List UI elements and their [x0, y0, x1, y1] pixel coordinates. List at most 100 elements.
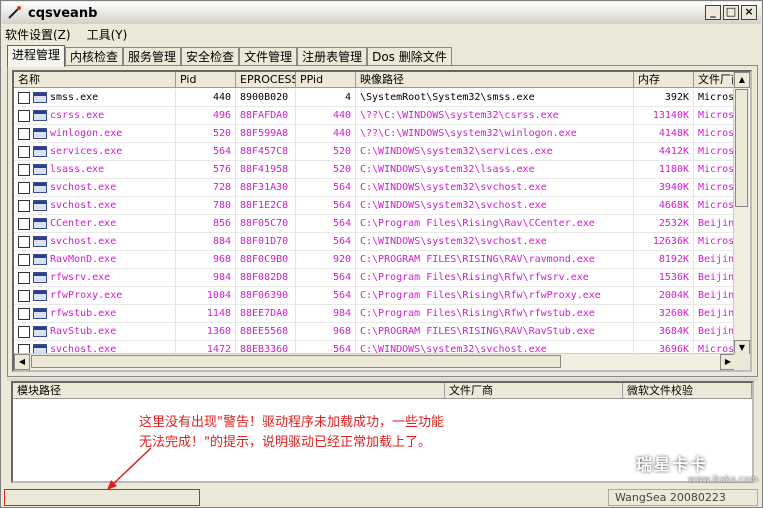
tab-registry-manager[interactable]: 注册表管理: [297, 47, 368, 66]
col-module-vendor[interactable]: 文件厂商: [445, 383, 623, 399]
process-ppid: 968: [296, 323, 356, 340]
process-list[interactable]: 名称 Pid EPROCESS PPid 映像路径 内存 文件厂商 smss.e…: [12, 70, 752, 372]
table-row[interactable]: svchost.exe 728 88F31A30 564 C:\WINDOWS\syst…: [14, 179, 736, 197]
process-name: rfwsrv.exe: [50, 272, 111, 283]
vertical-scroll-thumb[interactable]: [735, 89, 748, 207]
table-row[interactable]: rfwstub.exe 1148 88EE7DA0 984 C:\Program Fil…: [14, 305, 736, 323]
process-pid: 884: [176, 233, 236, 250]
process-memory: 4668K: [634, 197, 694, 214]
table-row[interactable]: winlogon.exe 520 88F599A8 440 \??\C:\WINDOWS…: [14, 125, 736, 143]
process-ppid: 564: [296, 179, 356, 196]
process-icon: [33, 254, 47, 265]
process-icon: [33, 128, 47, 139]
process-pid: 1360: [176, 323, 236, 340]
row-checkbox[interactable]: [18, 199, 30, 212]
col-pid[interactable]: Pid: [176, 72, 236, 88]
process-vendor: Microsoft: [694, 197, 736, 214]
row-checkbox[interactable]: [18, 289, 30, 302]
horizontal-scroll-thumb[interactable]: [31, 355, 561, 368]
table-row[interactable]: rfwsrv.exe 984 88F082D8 564 C:\Program Files…: [14, 269, 736, 287]
process-ppid: 564: [296, 287, 356, 304]
scroll-corner: [734, 354, 750, 370]
process-name-cell: smss.exe: [14, 89, 176, 106]
process-pid: 520: [176, 125, 236, 142]
col-eprocess[interactable]: EPROCESS: [236, 72, 296, 88]
row-checkbox[interactable]: [18, 127, 30, 140]
process-icon: [33, 164, 47, 175]
scroll-left-icon[interactable]: ◀: [14, 354, 30, 370]
row-checkbox[interactable]: [18, 109, 30, 122]
table-row[interactable]: CCenter.exe 856 88F05C70 564 C:\Program File…: [14, 215, 736, 233]
table-row[interactable]: svchost.exe 884 88F01D70 564 C:\WINDOWS\syst…: [14, 233, 736, 251]
table-row[interactable]: lsass.exe 576 88F41958 520 C:\WINDOWS\system…: [14, 161, 736, 179]
process-path: C:\PROGRAM FILES\RISING\RAV\ravmond.exe: [356, 251, 634, 268]
process-icon: [33, 236, 47, 247]
process-ppid: 564: [296, 233, 356, 250]
row-checkbox[interactable]: [18, 235, 30, 248]
row-checkbox[interactable]: [18, 145, 30, 158]
col-image-path[interactable]: 映像路径: [356, 72, 634, 88]
table-row[interactable]: csrss.exe 496 88FAFDA0 440 \??\C:\WINDOWS\sy…: [14, 107, 736, 125]
col-ms-verify[interactable]: 微软文件校验: [623, 383, 752, 399]
window-title: cqsveanb: [28, 5, 98, 21]
annotation-line-1: 这里没有出现"警告！驱动程序未加载成功，一些功能: [139, 415, 444, 430]
process-name-cell: rfwsrv.exe: [14, 269, 176, 286]
table-row[interactable]: rfwProxy.exe 1004 88F06390 564 C:\Program Fi…: [14, 287, 736, 305]
menu-settings[interactable]: 软件设置(Z): [5, 26, 71, 43]
tab-dos-delete[interactable]: Dos 删除文件: [367, 47, 452, 66]
scroll-up-icon[interactable]: ▲: [734, 72, 750, 88]
process-path: \??\C:\WINDOWS\system32\winlogon.exe: [356, 125, 634, 142]
title-bar[interactable]: cqsveanb _ □ ×: [2, 2, 761, 24]
row-checkbox[interactable]: [18, 253, 30, 266]
process-eprocess: 88F1E2C8: [236, 197, 296, 214]
process-eprocess: 88EE5568: [236, 323, 296, 340]
row-checkbox[interactable]: [18, 325, 30, 338]
tab-kernel-check[interactable]: 内核检查: [65, 47, 124, 66]
col-module-path[interactable]: 模块路径: [13, 383, 445, 399]
process-name-cell: svchost.exe: [14, 197, 176, 214]
horizontal-scrollbar[interactable]: ◀ ▶: [14, 353, 736, 370]
table-row[interactable]: smss.exe 440 8900B020 4 \SystemRoot\System32…: [14, 89, 736, 107]
process-icon: [33, 272, 47, 283]
table-row[interactable]: svchost.exe 780 88F1E2C8 564 C:\WINDOWS\syst…: [14, 197, 736, 215]
watermark-url: www.ikaka.com: [688, 475, 758, 485]
process-name: svchost.exe: [50, 182, 117, 193]
main-window: cqsveanb _ □ × 软件设置(Z) 工具(Y) 进程管理 内核检查 服…: [0, 0, 763, 508]
process-name-cell: services.exe: [14, 143, 176, 160]
process-eprocess: 88F01D70: [236, 233, 296, 250]
tab-strip: 进程管理 内核检查 服务管理 安全检查 文件管理 注册表管理 Dos 删除文件: [7, 45, 452, 67]
watermark: 瑞星卡卡 www.ikaka.com: [636, 451, 758, 489]
tab-file-manager[interactable]: 文件管理: [239, 47, 298, 66]
close-button[interactable]: ×: [741, 5, 757, 20]
process-memory: 3260K: [634, 305, 694, 322]
col-ppid[interactable]: PPid: [296, 72, 356, 88]
table-row[interactable]: RavStub.exe 1360 88EE5568 968 C:\PROGRAM FIL…: [14, 323, 736, 341]
col-memory[interactable]: 内存: [634, 72, 694, 88]
col-name[interactable]: 名称: [14, 72, 176, 88]
process-name-cell: rfwProxy.exe: [14, 287, 176, 304]
row-checkbox[interactable]: [18, 271, 30, 284]
row-checkbox[interactable]: [18, 217, 30, 230]
row-checkbox[interactable]: [18, 181, 30, 194]
tab-process-manager[interactable]: 进程管理: [7, 45, 66, 67]
vertical-scrollbar[interactable]: ▲ ▼: [733, 72, 750, 356]
row-checkbox[interactable]: [18, 91, 30, 104]
process-pid: 1148: [176, 305, 236, 322]
process-memory: 13140K: [634, 107, 694, 124]
status-bar: WangSea 20080223: [2, 486, 762, 508]
col-vendor[interactable]: 文件厂商: [694, 72, 736, 88]
process-eprocess: 88F0C9B0: [236, 251, 296, 268]
minimize-button[interactable]: _: [705, 5, 721, 20]
process-list-header: 名称 Pid EPROCESS PPid 映像路径 内存 文件厂商: [14, 72, 736, 89]
row-checkbox[interactable]: [18, 163, 30, 176]
maximize-button[interactable]: □: [723, 5, 739, 20]
table-row[interactable]: services.exe 564 88F457C8 520 C:\WINDOWS\sys…: [14, 143, 736, 161]
process-pid: 780: [176, 197, 236, 214]
process-icon: [33, 92, 47, 103]
tab-service-manager[interactable]: 服务管理: [123, 47, 182, 66]
menu-tools[interactable]: 工具(Y): [87, 26, 128, 43]
tab-security-check[interactable]: 安全检查: [181, 47, 240, 66]
app-icon: [6, 5, 22, 21]
row-checkbox[interactable]: [18, 307, 30, 320]
table-row[interactable]: RavMonD.exe 968 88F0C9B0 920 C:\PROGRAM FILE…: [14, 251, 736, 269]
